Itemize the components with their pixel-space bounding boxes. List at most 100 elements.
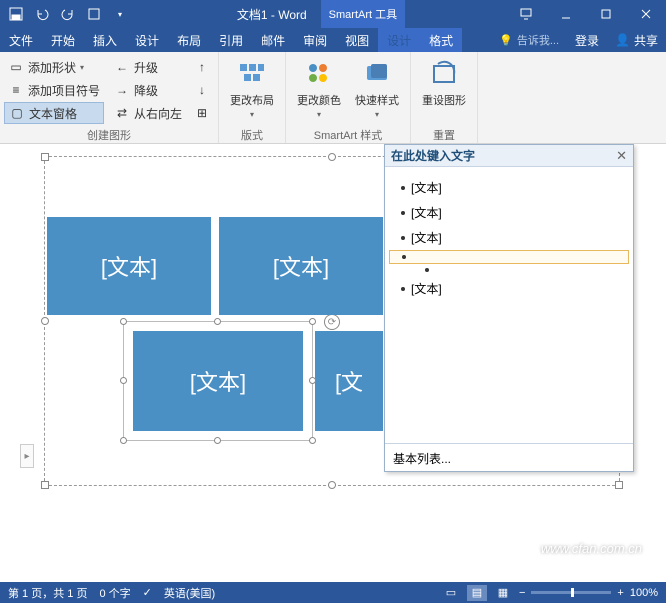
zoom-slider[interactable] (531, 591, 611, 594)
resize-handle[interactable] (615, 481, 623, 489)
rotate-handle[interactable]: ⟳ (324, 314, 340, 330)
tab-layout[interactable]: 布局 (168, 28, 210, 52)
text-pane-item[interactable]: [文本] (389, 175, 629, 200)
zoom-out-button[interactable]: − (519, 587, 525, 599)
resize-handle[interactable] (214, 437, 221, 444)
textpane-icon: ▢ (9, 105, 25, 121)
quick-access-toolbar: ▾ (0, 2, 136, 26)
smartart-shape[interactable]: [文本] (219, 217, 383, 315)
resize-handle[interactable] (328, 153, 336, 161)
demote-button[interactable]: →降级 (110, 79, 186, 101)
tab-review[interactable]: 审阅 (294, 28, 336, 52)
resize-handle[interactable] (120, 318, 127, 325)
zoom-in-button[interactable]: + (617, 587, 623, 599)
group-create-graphic: ▭添加形状▾ ≡添加项目符号 ▢文本窗格 ←升级 →降级 ⇄从右向左 ↑ ↓ ⊞… (0, 52, 219, 143)
tab-home[interactable]: 开始 (42, 28, 84, 52)
text-pane-item[interactable]: [文本] (389, 200, 629, 225)
ribbon-body: ▭添加形状▾ ≡添加项目符号 ▢文本窗格 ←升级 →降级 ⇄从右向左 ↑ ↓ ⊞… (0, 52, 666, 144)
minimize-button[interactable] (546, 0, 586, 28)
bullet-icon (401, 211, 405, 215)
promote-button[interactable]: ←升级 (110, 56, 186, 78)
save-button[interactable] (4, 2, 28, 26)
tell-me-search[interactable]: 💡告诉我... (491, 28, 567, 52)
tab-insert[interactable]: 插入 (84, 28, 126, 52)
up-icon: ↑ (194, 59, 210, 75)
text-pane-footer[interactable]: 基本列表... (385, 443, 633, 473)
signin-button[interactable]: 登录 (567, 28, 607, 52)
tab-mailings[interactable]: 邮件 (252, 28, 294, 52)
text-pane-button[interactable]: ▢文本窗格 (4, 102, 104, 124)
bullet-icon (401, 287, 405, 291)
text-pane-item-indent[interactable] (389, 264, 629, 276)
group-label: 重置 (415, 127, 473, 143)
ribbon-tabs: 文件 开始 插入 设计 布局 引用 邮件 审阅 视图 设计 格式 💡告诉我...… (0, 28, 666, 52)
zoom-thumb[interactable] (571, 588, 574, 597)
smartart-text-pane[interactable]: 在此处键入文字 ✕ [文本] [文本] [文本] [文本] 基本列表... (384, 144, 634, 472)
redo-button[interactable] (56, 2, 80, 26)
smartart-shape[interactable]: [文本] (47, 217, 211, 315)
qat-more-button[interactable] (82, 2, 106, 26)
resize-handle[interactable] (41, 481, 49, 489)
add-shape-button[interactable]: ▭添加形状▾ (4, 56, 104, 78)
tab-design[interactable]: 设计 (126, 28, 168, 52)
reset-icon (428, 58, 460, 90)
tab-references[interactable]: 引用 (210, 28, 252, 52)
text-pane-body[interactable]: [文本] [文本] [文本] [文本] (385, 167, 633, 443)
group-reset: 重设图形 重置 (411, 52, 478, 143)
layout-button[interactable]: ⊞ (190, 102, 214, 124)
text-pane-title: 在此处键入文字 (391, 147, 475, 164)
resize-handle[interactable] (328, 481, 336, 489)
resize-handle[interactable] (120, 437, 127, 444)
text-pane-toggle-tab[interactable]: ▸ (20, 444, 34, 468)
undo-button[interactable] (30, 2, 54, 26)
move-up-button[interactable]: ↑ (190, 56, 214, 78)
resize-handle[interactable] (41, 317, 49, 325)
change-colors-button[interactable]: 更改颜色▾ (290, 54, 348, 127)
zoom-level[interactable]: 100% (630, 587, 658, 599)
quick-styles-button[interactable]: 快速样式▾ (348, 54, 406, 127)
tab-file[interactable]: 文件 (0, 28, 42, 52)
change-layout-button[interactable]: 更改布局▾ (223, 54, 281, 127)
move-down-button[interactable]: ↓ (190, 79, 214, 101)
reset-graphic-button[interactable]: 重设图形 (415, 54, 473, 127)
bullet-icon (402, 255, 406, 259)
bullet-icon (401, 186, 405, 190)
document-canvas[interactable]: ▸ ⟳ [文本] [文本] [文本] [文 在此处键入文字 ✕ [文本] [文本… (0, 144, 666, 582)
resize-handle[interactable] (120, 377, 127, 384)
resize-handle[interactable] (309, 377, 316, 384)
smartart-shape[interactable]: [文 (315, 331, 383, 431)
text-pane-item[interactable]: [文本] (389, 276, 629, 301)
view-web-button[interactable]: ▦ (493, 585, 513, 601)
text-pane-item-selected[interactable] (389, 250, 629, 264)
tab-smartart-format[interactable]: 格式 (420, 28, 462, 52)
language-indicator[interactable]: 英语(美国) (164, 585, 215, 601)
tab-view[interactable]: 视图 (336, 28, 378, 52)
maximize-button[interactable] (586, 0, 626, 28)
bullet-icon: ≡ (8, 82, 24, 98)
view-print-button[interactable]: ▤ (467, 585, 487, 601)
proofing-icon[interactable]: ✓ (143, 586, 152, 599)
promote-icon: ← (114, 59, 130, 75)
add-bullet-button[interactable]: ≡添加项目符号 (4, 79, 104, 101)
text-pane-close-button[interactable]: ✕ (616, 148, 627, 164)
tab-smartart-design[interactable]: 设计 (378, 28, 420, 52)
rtl-button[interactable]: ⇄从右向左 (110, 102, 186, 124)
group-styles: 更改颜色▾ 快速样式▾ SmartArt 样式 (286, 52, 411, 143)
window-controls (506, 0, 666, 28)
resize-handle[interactable] (309, 318, 316, 325)
ribbon-options-button[interactable] (506, 0, 546, 28)
add-shape-icon: ▭ (8, 59, 24, 75)
text-pane-item[interactable]: [文本] (389, 225, 629, 250)
share-button[interactable]: 👤共享 (607, 28, 666, 52)
resize-handle[interactable] (309, 437, 316, 444)
close-button[interactable] (626, 0, 666, 28)
word-count[interactable]: 0 个字 (99, 585, 130, 601)
shape-selection (123, 321, 313, 441)
qat-dropdown[interactable]: ▾ (108, 2, 132, 26)
share-icon: 👤 (615, 33, 630, 47)
resize-handle[interactable] (214, 318, 221, 325)
view-read-button[interactable]: ▭ (441, 585, 461, 601)
page-indicator[interactable]: 第 1 页，共 1 页 (8, 585, 87, 601)
resize-handle[interactable] (41, 153, 49, 161)
layout-icon: ⊞ (194, 105, 210, 121)
